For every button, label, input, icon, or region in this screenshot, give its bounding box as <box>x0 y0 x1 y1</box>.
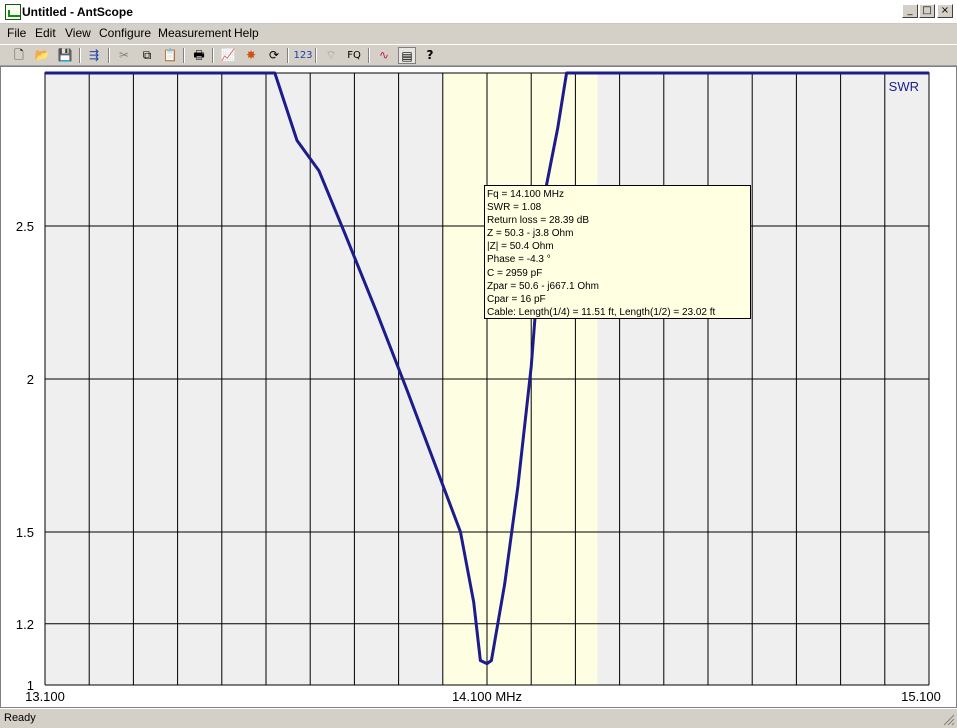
swr-data-point <box>565 72 568 74</box>
toolbar-separator <box>368 48 370 63</box>
panel-icon[interactable]: ▤ <box>398 47 416 64</box>
window-title: Untitled - AntScope <box>22 5 133 19</box>
export-icon[interactable]: ⇶ <box>85 47 103 64</box>
scan-icon[interactable]: ✸ <box>242 47 260 64</box>
tooltip-line: Fq = 14.100 MHz <box>487 189 564 200</box>
swr-data-point <box>472 601 475 604</box>
tooltip-line: Return loss = 28.39 dB <box>487 215 590 227</box>
antscope-app-icon[interactable] <box>5 4 21 20</box>
copy-icon[interactable]: ⧉ <box>138 47 156 64</box>
maximize-button[interactable]: □ <box>919 4 935 18</box>
toolbar-separator <box>183 48 185 63</box>
swr-data-point <box>274 72 276 74</box>
wireless-icon[interactable]: ⌔ <box>322 47 340 64</box>
swr-data-point <box>503 583 506 585</box>
swr-data-point <box>574 72 577 74</box>
toolbar-separator <box>287 48 289 63</box>
y-tick-label: 2 <box>27 372 34 387</box>
minimize-button[interactable]: _ <box>902 4 918 18</box>
title-bar[interactable]: Untitled - AntScope _ □ × <box>0 0 957 24</box>
menu-file[interactable]: File <box>7 26 26 40</box>
swr-data-point <box>517 485 519 487</box>
swr-data-point <box>556 127 559 129</box>
menu-measurement[interactable]: Measurement <box>158 26 231 40</box>
swr-data-point <box>375 310 378 313</box>
status-bar: Ready <box>0 708 957 728</box>
toolbar-separator <box>212 48 214 63</box>
toolbar-separator <box>79 48 81 63</box>
y-tick-label: 1.5 <box>16 525 34 540</box>
toolbar-separator <box>315 48 317 63</box>
measurement-tooltip: Fq = 14.100 MHz SWR = 1.08 Return loss = 2… <box>484 185 751 319</box>
resize-grip-icon[interactable] <box>943 714 955 726</box>
help-icon[interactable]: ? <box>421 47 439 64</box>
close-button[interactable]: × <box>937 4 953 18</box>
legend-label-swr: SWR <box>889 79 919 94</box>
swr-data-point <box>928 72 930 74</box>
x-tick-label: 15.100 <box>901 689 941 704</box>
swr-data-point <box>344 234 347 236</box>
toolbar-separator <box>108 48 110 63</box>
tooltip-line: Phase = -4.3 ° <box>487 254 551 266</box>
y-tick-label: 2.5 <box>16 219 34 234</box>
swr-data-point <box>296 139 298 142</box>
tooltip-line: |Z| = 50.4 Ohm <box>487 241 554 253</box>
toolbar: 🗋 📂 💾 ⇶ ✂ ⧉ 📋 🖶 📈 ✸ ⟳ 123 ⌔ FQ ∿ ▤ ? <box>0 44 957 66</box>
swr-data-point <box>459 531 462 533</box>
refresh-icon[interactable]: ⟳ <box>265 47 283 64</box>
menu-configure[interactable]: Configure <box>99 26 151 40</box>
swr-data-point <box>486 662 488 665</box>
print-icon[interactable]: 🖶 <box>190 47 208 64</box>
menu-bar: File Edit View Configure Measurement Hel… <box>0 24 957 44</box>
swr-chart[interactable]: 1 1.2 1.5 2 2.5 13.100 14.100 MHz 15.100 SWR <box>0 66 957 708</box>
swr-data-point <box>433 460 435 463</box>
swr-data-point <box>530 365 532 368</box>
menu-edit[interactable]: Edit <box>35 26 56 40</box>
swr-data-point <box>44 72 46 74</box>
curves-icon[interactable]: ∿ <box>375 47 393 64</box>
chart-icon[interactable]: 📈 <box>219 47 237 64</box>
x-tick-label: 13.100 <box>25 689 65 704</box>
tooltip-line: Cable: Length(1/4) = 11.51 ft, Length(1/… <box>487 306 716 318</box>
menu-help[interactable]: Help <box>234 26 259 40</box>
y-tick-label: 1.2 <box>16 617 34 632</box>
status-text: Ready <box>4 712 36 724</box>
save-icon[interactable]: 💾 <box>56 47 74 64</box>
swr-data-point <box>318 170 320 172</box>
swr-data-point <box>406 390 409 393</box>
frequency-icon[interactable]: FQ <box>345 47 363 64</box>
tooltip-line: Z = 50.3 - j3.8 Ohm <box>487 228 574 240</box>
swr-data-point <box>490 659 493 662</box>
tooltip-line: Zpar = 50.6 - j667.1 Ohm <box>487 280 600 292</box>
open-folder-icon[interactable]: 📂 <box>33 47 51 64</box>
numeric-icon[interactable]: 123 <box>293 47 313 64</box>
cut-icon[interactable]: ✂ <box>115 47 133 64</box>
menu-view[interactable]: View <box>65 26 91 40</box>
chart-canvas[interactable]: 11.21.522.513.100 14.100 MHz 15.100SWR <box>1 67 956 707</box>
tooltip-line: C = 2959 pF <box>487 267 543 279</box>
new-file-icon[interactable]: 🗋 <box>10 47 28 64</box>
antscope-window: Untitled - AntScope _ □ × File Edit View… <box>0 0 957 728</box>
tooltip-line: Cpar = 16 pF <box>487 293 546 305</box>
tooltip-line: SWR = 1.08 <box>487 202 542 214</box>
swr-data-point <box>479 659 482 662</box>
x-tick-label: 14.100 MHz <box>452 689 522 704</box>
paste-icon[interactable]: 📋 <box>161 47 179 64</box>
